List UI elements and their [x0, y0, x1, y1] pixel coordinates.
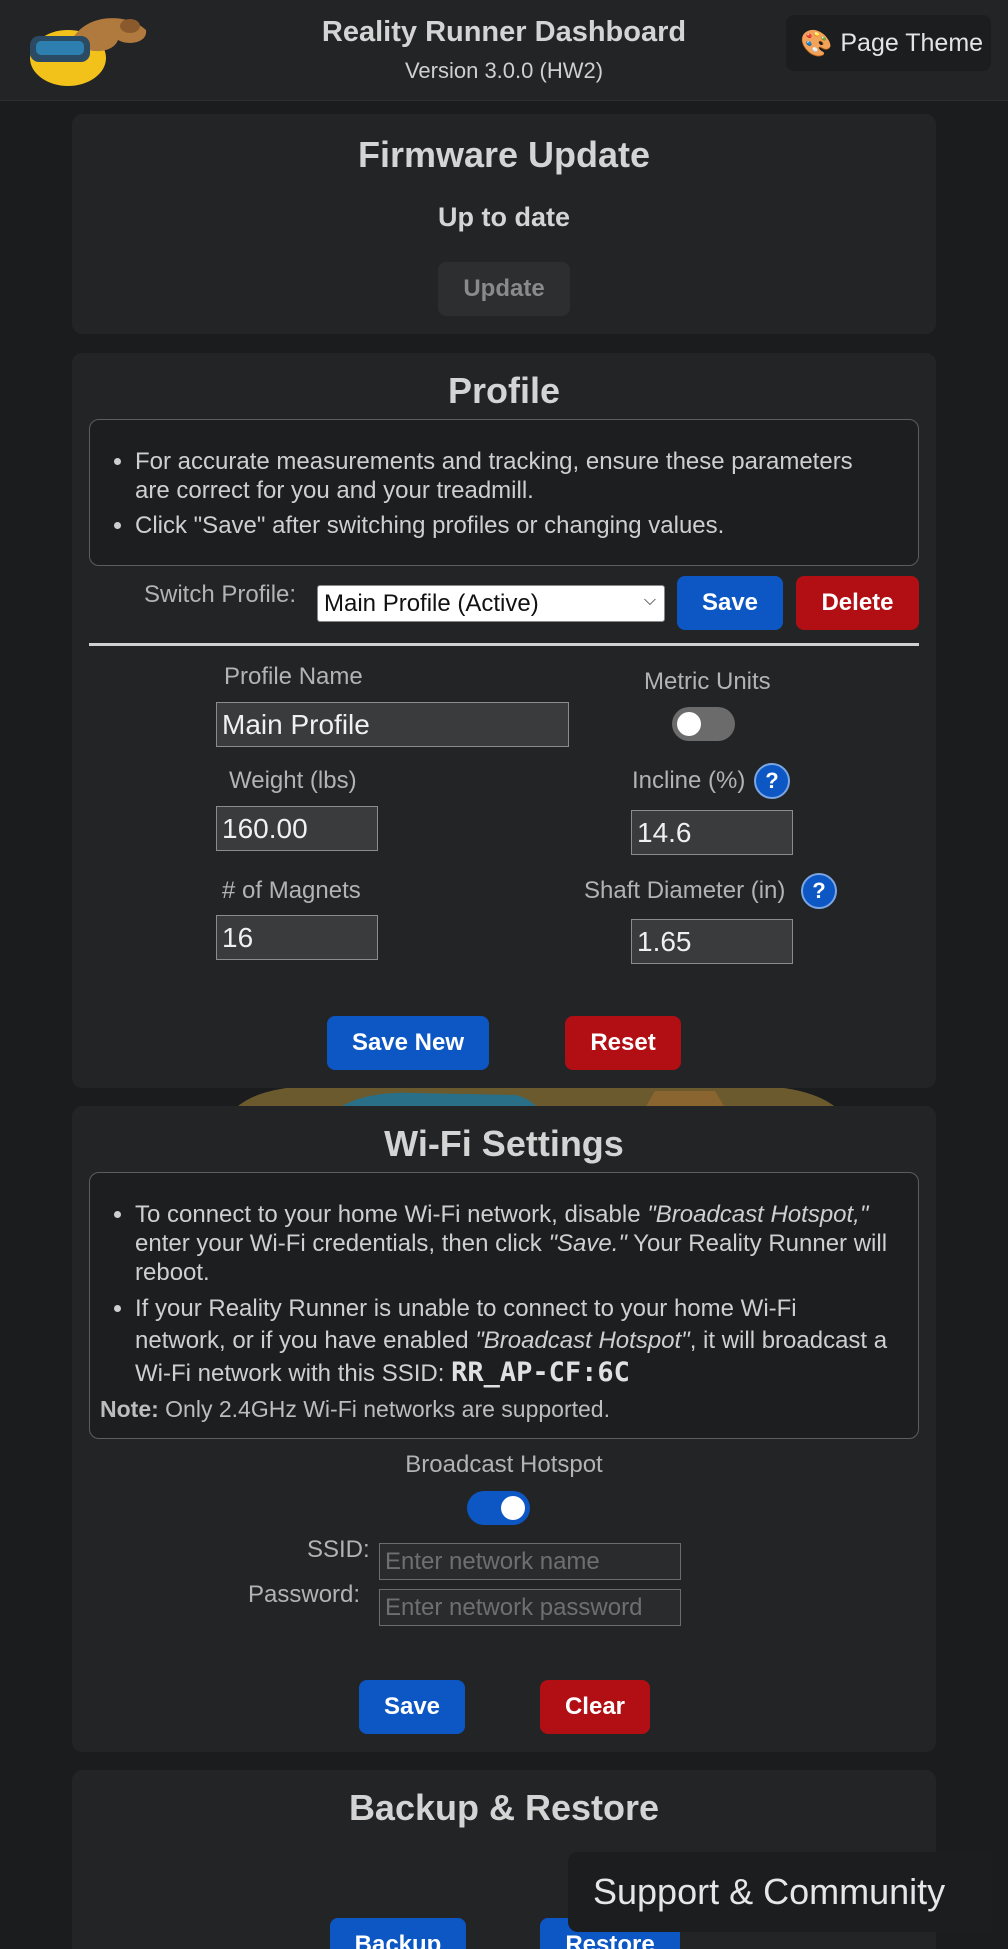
incline-label: Incline (%) [632, 767, 746, 794]
wifi-settings-card: Wi-Fi Settings To connect to your home W… [72, 1106, 936, 1752]
save-new-profile-button[interactable]: Save New [327, 1016, 489, 1070]
wifi-clear-button[interactable]: Clear [540, 1680, 650, 1734]
ssid-code: RR_AP-CF:6C [451, 1357, 630, 1388]
list-item: For accurate measurements and tracking, … [135, 447, 893, 505]
profile-title: Profile [447, 370, 561, 411]
text-span: enter your Wi-Fi credentials, then click [135, 1230, 549, 1257]
metric-units-label: Metric Units [644, 668, 771, 695]
chevron-down-icon: ⌵ [643, 592, 656, 609]
switch-profile-label: Switch Profile: [144, 581, 297, 608]
update-button[interactable]: Update [438, 262, 570, 316]
wifi-note: Note: Only 2.4GHz Wi-Fi networks are sup… [100, 1396, 893, 1423]
weight-label: Weight (lbs) [229, 767, 357, 794]
incline-help-icon[interactable]: ? [754, 763, 790, 799]
app-header: Reality Runner Dashboard Version 3.0.0 (… [0, 0, 1008, 101]
profile-name-label: Profile Name [224, 663, 363, 690]
list-item: Click "Save" after switching profiles or… [135, 511, 893, 540]
note-label: Note: [100, 1396, 159, 1422]
firmware-update-card: Firmware Update Up to date Update [72, 114, 936, 334]
toggle-knob [501, 1496, 525, 1520]
wifi-title: Wi-Fi Settings [384, 1123, 624, 1164]
profile-select[interactable]: Main Profile (Active) ⌵ [317, 585, 665, 622]
page-theme-label: Page Theme [840, 28, 984, 57]
profile-info-list: For accurate measurements and tracking, … [90, 447, 893, 540]
broadcast-hotspot-label: Broadcast Hotspot [405, 1451, 603, 1478]
firmware-status: Up to date [438, 202, 570, 232]
delete-profile-button[interactable]: Delete [796, 576, 919, 630]
profile-divider [89, 643, 919, 646]
support-community-button[interactable]: Support & Community [568, 1852, 992, 1932]
wifi-info-box: To connect to your home Wi-Fi network, d… [89, 1172, 919, 1439]
weight-input[interactable]: 160.00 [216, 806, 378, 851]
emphasis-text: "Broadcast Hotspot," [647, 1201, 869, 1228]
ssid-label: SSID: [307, 1536, 370, 1563]
backup-title: Backup & Restore [348, 1787, 660, 1828]
metric-units-toggle[interactable] [672, 707, 735, 741]
broadcast-hotspot-toggle[interactable] [467, 1491, 530, 1525]
palette-icon: 🎨 [800, 27, 833, 58]
magnets-input[interactable]: 16 [216, 915, 378, 960]
profile-info-box: For accurate measurements and tracking, … [89, 419, 919, 566]
wifi-save-button[interactable]: Save [359, 1680, 465, 1734]
firmware-title: Firmware Update [357, 134, 651, 175]
incline-input[interactable]: 14.6 [631, 810, 793, 855]
reset-profile-button[interactable]: Reset [565, 1016, 681, 1070]
save-profile-button[interactable]: Save [677, 576, 783, 630]
backup-button[interactable]: Backup [330, 1918, 466, 1949]
list-item: To connect to your home Wi-Fi network, d… [135, 1200, 893, 1287]
note-text: Only 2.4GHz Wi-Fi networks are supported… [158, 1396, 610, 1422]
ssid-input[interactable]: Enter network name [379, 1543, 681, 1580]
text-span: To connect to your home Wi-Fi network, d… [135, 1201, 648, 1228]
page-theme-button[interactable]: 🎨 Page Theme [786, 15, 991, 71]
shaft-diameter-input[interactable]: 1.65 [631, 919, 793, 964]
profile-name-input[interactable]: Main Profile [216, 702, 569, 747]
list-item: If your Reality Runner is unable to conn… [135, 1293, 893, 1390]
wifi-info-list: To connect to your home Wi-Fi network, d… [90, 1200, 893, 1390]
shaft-diameter-help-icon[interactable]: ? [801, 873, 837, 909]
password-label: Password: [248, 1581, 361, 1608]
password-input[interactable]: Enter network password [379, 1589, 681, 1626]
magnets-label: # of Magnets [222, 877, 361, 904]
profile-card: Profile For accurate measurements and tr… [72, 353, 936, 1088]
shaft-diameter-label: Shaft Diameter (in) [584, 877, 786, 904]
toggle-knob [677, 712, 701, 736]
emphasis-text: "Broadcast Hotspot" [475, 1327, 690, 1354]
emphasis-text: "Save." [548, 1230, 627, 1257]
profile-select-value: Main Profile (Active) [324, 589, 539, 617]
